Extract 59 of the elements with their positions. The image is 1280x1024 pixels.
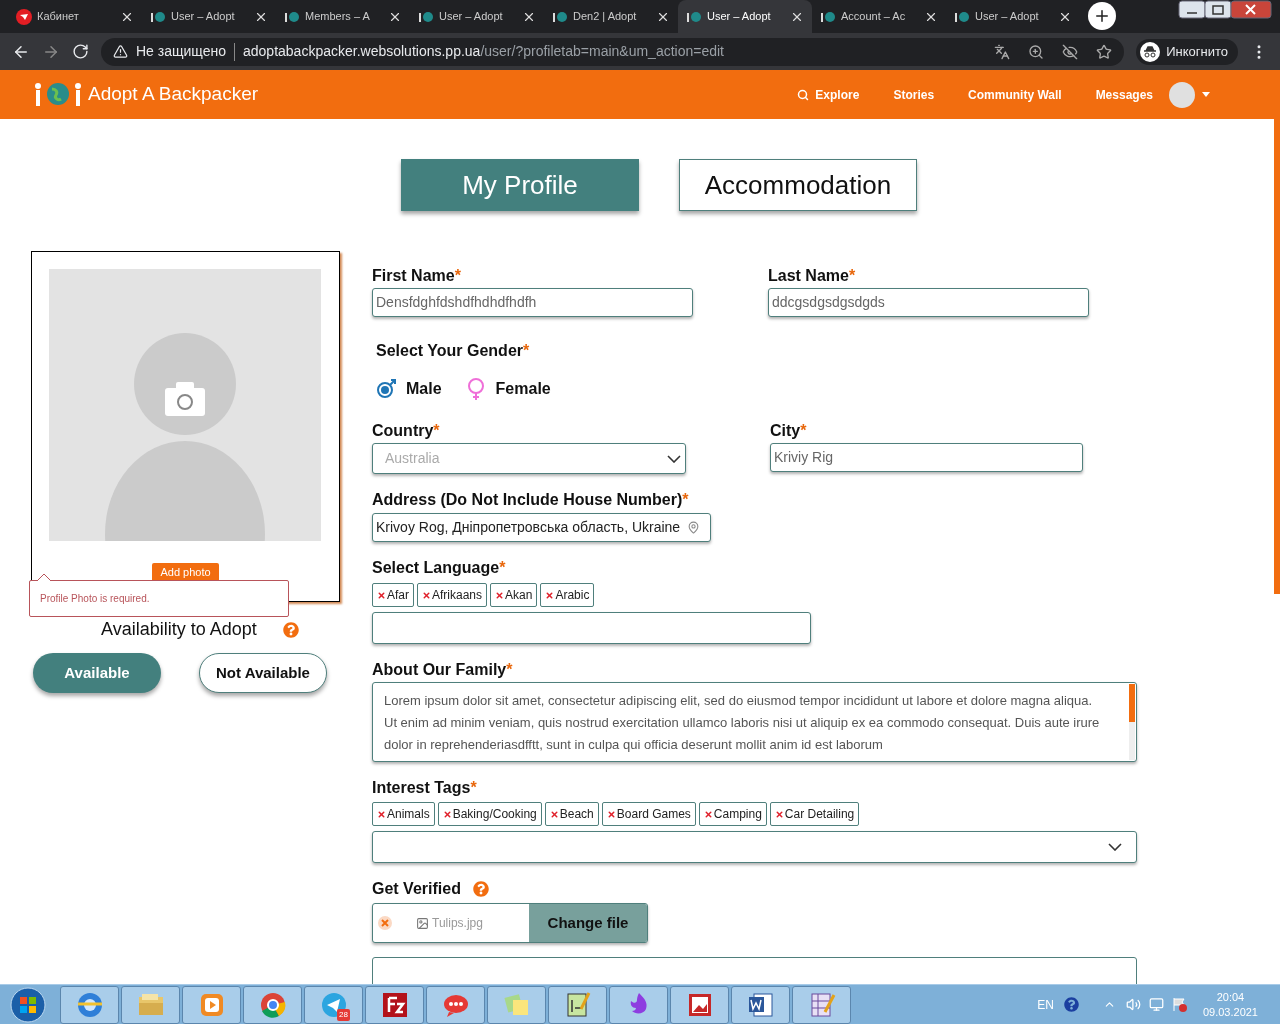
field-label: Interest Tags [372, 778, 471, 798]
tag-chip[interactable]: Beach [544, 802, 599, 826]
availability-button[interactable]: Available [33, 653, 161, 693]
tag-chip[interactable]: Afrikaans [417, 583, 488, 607]
field-label: City [770, 421, 801, 441]
browser-tab[interactable]: Den2 | Adopt [544, 0, 678, 33]
tag-chip[interactable]: Baking/Cooking [437, 802, 542, 826]
browser-tab[interactable]: User – Adopt [678, 0, 812, 33]
tag-chip[interactable]: Car Detailing [769, 802, 860, 826]
about-textarea[interactable]: Lorem ipsum dolor sit amet, consectetur adipiscing elit, sed do eiusmod tempor incididunt ut labore et dolore magna aliqua. Ut enim ad minim veniam, quis nostrud exercitation ullamco laboris nisi ut aliquip ex ea commodo consequat. Duis aute irure dolor in reprehenderiasdfftt, sunt in culpa qui officia deserunt mollit anim id est laborum [372, 682, 1137, 762]
field-label: About Our Family [372, 660, 507, 680]
security-label: Не защищено [136, 42, 226, 61]
error-tooltip: Profile Photo is required. [29, 580, 289, 617]
required-mark: * [506, 660, 513, 680]
input-field[interactable]: Kriviy Rig [770, 443, 1083, 472]
profile-tab[interactable]: My Profile [401, 159, 639, 211]
required-mark: * [470, 778, 477, 798]
required-mark: * [499, 558, 506, 578]
radio-label[interactable]: Female [495, 377, 551, 401]
browser-tab[interactable]: Кабинет [8, 0, 142, 33]
badge: 28 [337, 1008, 350, 1021]
browser-tab[interactable]: Account – Ac [812, 0, 946, 33]
tag-chip[interactable]: Camping [698, 802, 767, 826]
tag-chip[interactable]: Board Games [601, 802, 696, 826]
input-field[interactable]: Densfdghfdshdfhdhdfhdfh [372, 288, 693, 317]
input-field[interactable]: Krivoy Rog, Дніпропетровська область, Ukraine [372, 513, 711, 542]
required-mark: * [523, 341, 530, 361]
browser-tab[interactable]: User – Adopt [142, 0, 276, 33]
field-label: Select Your Gender [376, 341, 523, 361]
field-label: Last Name [768, 266, 849, 286]
tag-chip[interactable]: Arabic [540, 583, 595, 607]
required-mark: * [800, 421, 807, 441]
availability-button[interactable]: Not Available [199, 653, 327, 693]
input-field[interactable]: ddcgsdgsdgsdgds [768, 288, 1089, 317]
url-text: adoptabackpacker.websolutions.pp.ua/user/?profiletab=main&um_action=edit [243, 42, 724, 61]
field-label: Address (Do Not Include House Number) [372, 490, 683, 510]
field-label: Select Language [372, 558, 500, 578]
browser-tab[interactable]: User – Adopt [410, 0, 544, 33]
taskbar-button[interactable]: 28 [304, 985, 363, 1024]
incognito-button[interactable]: Инкогнито [1136, 38, 1238, 65]
tag-chip[interactable]: Akan [490, 583, 538, 607]
tag-chip[interactable]: Afar [372, 583, 414, 607]
profile-tab[interactable]: Accommodation [679, 159, 917, 211]
required-mark: * [848, 266, 856, 286]
browser-tab[interactable]: User – Adopt [946, 0, 1080, 33]
file-upload[interactable]: Tulips.jpg Change file [372, 903, 648, 943]
browser-tab[interactable]: Members – A [276, 0, 410, 33]
file-name: Tulips.jpg [432, 915, 483, 932]
radio-label[interactable]: Male [406, 377, 442, 401]
field-label: Country [372, 421, 434, 441]
tag-chip[interactable]: Animals [372, 802, 435, 826]
required-mark: * [454, 266, 461, 286]
field-label: First Name [372, 266, 455, 286]
required-mark: * [433, 421, 440, 441]
availability-label: Availability to Adopt [101, 618, 257, 641]
change-file-button[interactable]: Change file [529, 904, 647, 942]
field-label: Get Verified [372, 879, 461, 899]
required-mark: * [682, 490, 689, 510]
address-field[interactable]: Не защищено adoptabackpacker.websolutions.pp.ua/user/?profiletab=main&um_action=edit [101, 37, 1125, 66]
